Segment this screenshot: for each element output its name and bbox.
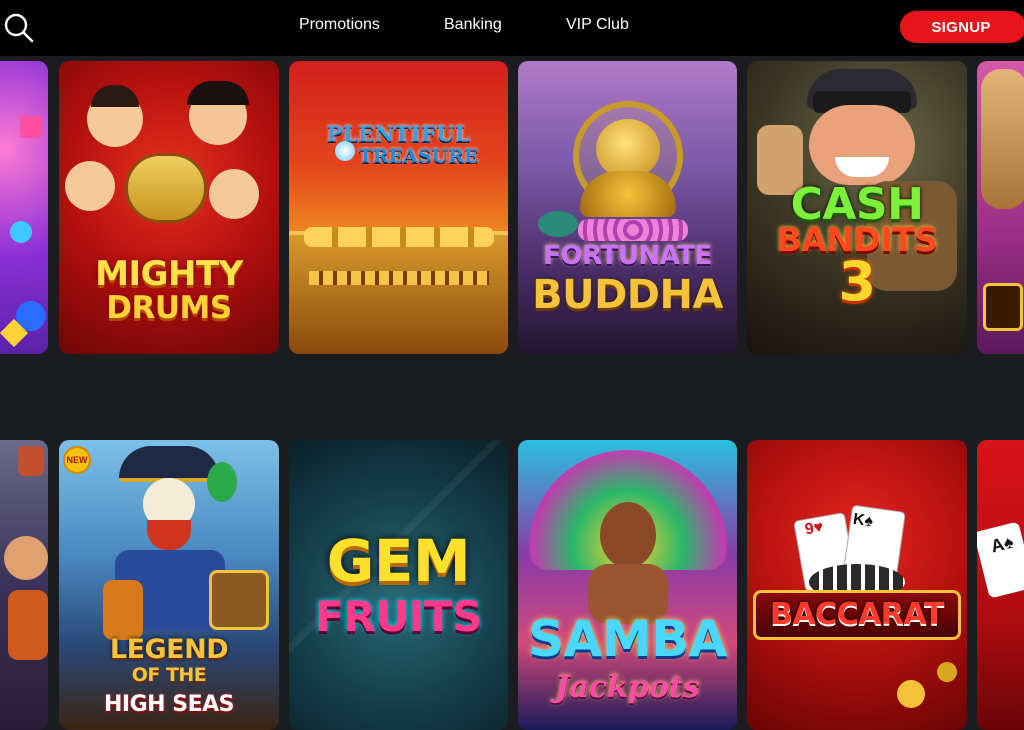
game-title: PLENTIFUL bbox=[326, 121, 471, 146]
game-tile-partial-right-2[interactable]: A♠ bbox=[977, 440, 1024, 730]
search-icon bbox=[4, 13, 34, 43]
card-king-spades: K♠ bbox=[851, 510, 875, 531]
game-tile-partial-left-2[interactable] bbox=[0, 440, 48, 730]
game-title: 3 bbox=[838, 250, 876, 313]
game-tile-legend-of-the-high-seas[interactable]: NEW LEGEND OF THE HIGH SEAS bbox=[59, 440, 279, 730]
game-title: OF THE bbox=[131, 664, 207, 686]
game-tile-partial-right[interactable] bbox=[977, 61, 1024, 354]
card-nine-hearts: 9♥ bbox=[803, 518, 825, 539]
game-title: Jackpots bbox=[555, 670, 700, 705]
game-title: LEGEND bbox=[109, 634, 229, 665]
game-tile-baccarat[interactable]: 9♥ K♠ BACCARAT bbox=[747, 440, 967, 730]
game-tile-mighty-drums[interactable]: MIGHTY DRUMS bbox=[59, 61, 279, 354]
game-title: HIGH SEAS bbox=[104, 692, 234, 717]
nav-promotions[interactable]: Promotions bbox=[299, 16, 380, 34]
game-title: DRUMS bbox=[106, 290, 232, 326]
game-tile-samba-jackpots[interactable]: SAMBA Jackpots bbox=[518, 440, 737, 730]
game-title: FRUITS bbox=[315, 592, 482, 641]
game-title: GEM bbox=[326, 527, 471, 595]
game-tile-gem-fruits[interactable]: GEM FRUITS bbox=[289, 440, 508, 730]
new-badge: NEW bbox=[63, 446, 91, 474]
game-title: MIGHTY bbox=[95, 254, 243, 294]
nav-banking[interactable]: Banking bbox=[444, 16, 502, 34]
game-tile-partial-left[interactable] bbox=[0, 61, 48, 354]
game-tile-plentiful-treasure[interactable]: PLENTIFUL TREASURE bbox=[289, 61, 508, 354]
game-title: FORTUNATE bbox=[543, 241, 712, 271]
game-title: BUDDHA bbox=[532, 272, 723, 318]
game-title: BACCARAT bbox=[770, 597, 944, 632]
game-title: TREASURE bbox=[358, 145, 479, 167]
nav-vip-club[interactable]: VIP Club bbox=[566, 16, 629, 34]
game-title: SAMBA bbox=[528, 610, 727, 668]
game-tile-cash-bandits-3[interactable]: CASH BANDITS 3 bbox=[747, 61, 967, 354]
game-tile-fortunate-buddha[interactable]: FORTUNATE BUDDHA bbox=[518, 61, 737, 354]
search-button[interactable] bbox=[2, 10, 36, 44]
signup-button[interactable]: SIGNUP bbox=[900, 11, 1024, 43]
top-nav-bar: Promotions Banking VIP Club SIGNUP bbox=[0, 0, 1024, 56]
